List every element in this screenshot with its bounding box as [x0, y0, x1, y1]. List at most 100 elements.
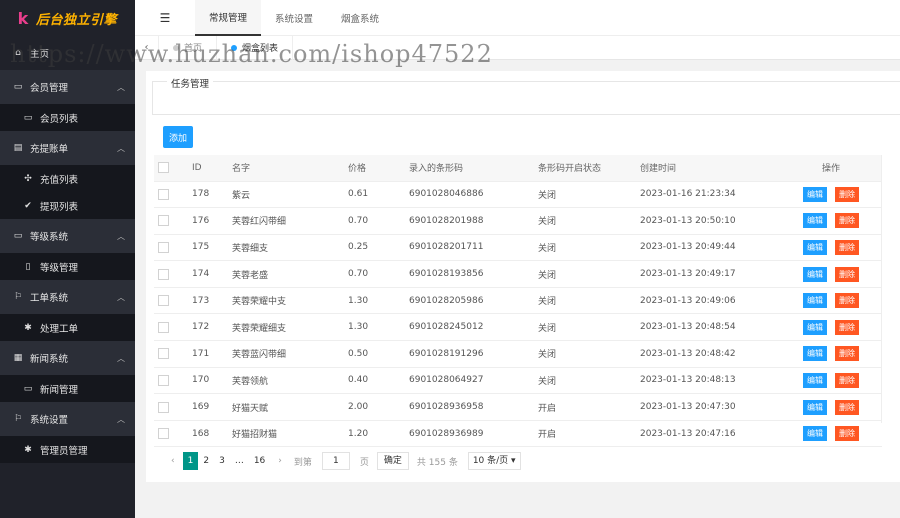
- edit-button[interactable]: 编辑: [803, 346, 827, 362]
- tab-routine-management[interactable]: 常规管理: [195, 0, 262, 36]
- sidebar-subitem[interactable]: ▭ 会员列表: [0, 104, 135, 131]
- delete-button[interactable]: 删除: [835, 346, 859, 362]
- group-icon: ▭: [13, 231, 23, 241]
- pager-prev-button[interactable]: ‹: [163, 456, 183, 466]
- edit-button[interactable]: 编辑: [803, 213, 827, 229]
- pager-page-current[interactable]: 1: [182, 452, 199, 470]
- sidebar-subitem-label: 提现列表: [40, 201, 79, 213]
- delete-button[interactable]: 删除: [835, 186, 859, 202]
- tab-cigarette-system[interactable]: 烟盒系统: [327, 0, 393, 36]
- table-row: 175 芙蓉细支 0.25 6901028201711 关闭 2023-01-13 20:…: [154, 234, 882, 262]
- edit-button[interactable]: 编辑: [803, 239, 827, 255]
- sidebar-subitem-label: 处理工单: [40, 323, 79, 335]
- row-checkbox[interactable]: [158, 188, 169, 200]
- pager-goto-input[interactable]: 1: [321, 452, 350, 470]
- cell-barcode: 6901028046886: [405, 181, 534, 209]
- sidebar-item-home[interactable]: ⌂ 主页: [0, 36, 135, 70]
- delete-button[interactable]: 删除: [835, 293, 859, 309]
- pager-page-last[interactable]: 16: [249, 452, 270, 470]
- cell-id: 170: [188, 367, 228, 395]
- subitem-icon: ✱: [24, 444, 32, 455]
- row-select-cell: [154, 393, 188, 421]
- task-fieldset: 任务管理: [152, 76, 900, 115]
- cell-name: 芙蓉蓝闪带细: [228, 340, 344, 368]
- delete-button[interactable]: 删除: [835, 266, 859, 282]
- edit-button[interactable]: 编辑: [803, 266, 827, 282]
- chevron-up-icon: ︿: [117, 354, 125, 363]
- pager-next-button[interactable]: ›: [270, 456, 290, 466]
- sidebar-group-news-system[interactable]: ▦ 新闻系统 ︿: [0, 341, 135, 375]
- cell-id: 172: [188, 313, 228, 342]
- delete-button[interactable]: 删除: [835, 239, 859, 255]
- sidebar: k 后台独立引擎 ⌂ 主页 ▭ 会员管理 ︿ ▭ 会员列表 ▤ 充提账单 ︿ ✣ 充值列表 ✔ 提现列…: [0, 0, 135, 518]
- table-body: 178 紫云 0.61 6901028046886 关闭 2023-01-16 21:23…: [154, 181, 882, 448]
- edit-button[interactable]: 编辑: [803, 319, 827, 335]
- row-checkbox[interactable]: [158, 348, 169, 360]
- pager-page[interactable]: 3: [214, 452, 230, 470]
- cell-price: 1.30: [344, 313, 405, 342]
- cell-id: 178: [188, 181, 228, 209]
- delete-button[interactable]: 删除: [835, 426, 859, 442]
- sidebar-subitem[interactable]: ▯ 等级管理: [0, 253, 135, 280]
- delete-button[interactable]: 删除: [835, 399, 859, 415]
- delete-button[interactable]: 删除: [835, 372, 859, 388]
- app-logo[interactable]: k 后台独立引擎: [0, 0, 135, 36]
- row-checkbox[interactable]: [158, 215, 169, 227]
- sidebar-subitem[interactable]: ✱ 管理员管理: [0, 436, 135, 463]
- add-button[interactable]: 添加: [163, 126, 193, 148]
- row-checkbox[interactable]: [158, 374, 169, 386]
- pager-total: 共 155 条: [416, 457, 458, 468]
- cell-id: 173: [188, 287, 228, 315]
- edit-button[interactable]: 编辑: [803, 293, 827, 309]
- cell-actions: 编辑 删除: [776, 340, 882, 368]
- group-icon: ▤: [13, 143, 23, 153]
- cell-barcode: 6901028936989: [405, 420, 534, 448]
- sidebar-group-level-system[interactable]: ▭ 等级系统 ︿: [0, 219, 135, 253]
- cell-barcode-status: 关闭: [534, 313, 636, 342]
- sidebar-subitem[interactable]: ✔ 提现列表: [0, 192, 135, 219]
- page-tab-home[interactable]: 首页: [159, 35, 218, 60]
- fieldset-legend: 任务管理: [167, 76, 214, 90]
- edit-button[interactable]: 编辑: [803, 372, 827, 388]
- row-checkbox[interactable]: [158, 295, 169, 307]
- row-checkbox[interactable]: [158, 241, 169, 253]
- page-tab-active[interactable]: 烟盒列表: [217, 35, 294, 60]
- pager-page[interactable]: 2: [198, 452, 214, 470]
- col-header-barcode: 录入的条形码: [405, 155, 534, 182]
- delete-button[interactable]: 删除: [835, 213, 859, 229]
- cell-name: 好猫招财猫: [228, 420, 344, 448]
- tabs-prev-button[interactable]: ‹: [135, 35, 159, 60]
- select-all-checkbox[interactable]: [158, 162, 169, 174]
- menu-toggle-icon[interactable]: ☰: [135, 11, 195, 25]
- pager-page-size-select[interactable]: 10 条/页 ▾: [467, 452, 521, 470]
- sidebar-group-system-settings[interactable]: ⚐ 系统设置 ︿: [0, 402, 135, 436]
- row-select-cell: [154, 313, 188, 342]
- main-panel: 任务管理 添加 ID 名字 价格 录入的条形码 条形码开启状态 创建时间 操作: [146, 71, 900, 482]
- sidebar-subitem[interactable]: ✣ 充值列表: [0, 165, 135, 192]
- row-select-cell: [154, 367, 188, 395]
- sidebar-group-ticket-system[interactable]: ⚐ 工单系统 ︿: [0, 280, 135, 314]
- row-checkbox[interactable]: [158, 321, 169, 333]
- sidebar-subitem[interactable]: ✱ 处理工单: [0, 314, 135, 341]
- delete-button[interactable]: 删除: [835, 319, 859, 335]
- cell-barcode: 6901028245012: [405, 313, 534, 342]
- edit-button[interactable]: 编辑: [803, 186, 827, 202]
- sidebar-group-recharge-bills[interactable]: ▤ 充提账单 ︿: [0, 131, 135, 165]
- cell-barcode-status: 关闭: [534, 181, 636, 209]
- pager-confirm-button[interactable]: 确定: [376, 452, 409, 470]
- cell-barcode-status: 关闭: [534, 340, 636, 368]
- cell-actions: 编辑 删除: [776, 234, 882, 262]
- sidebar-group-members[interactable]: ▭ 会员管理 ︿: [0, 70, 135, 104]
- group-icon: ▦: [13, 353, 23, 363]
- cell-price: 1.30: [344, 287, 405, 315]
- pager-page-unit: 页: [359, 457, 369, 468]
- row-checkbox[interactable]: [158, 401, 169, 413]
- edit-button[interactable]: 编辑: [803, 426, 827, 442]
- tab-system-settings[interactable]: 系统设置: [261, 0, 327, 36]
- row-checkbox[interactable]: [158, 268, 169, 280]
- edit-button[interactable]: 编辑: [803, 399, 827, 415]
- col-header-id[interactable]: ID: [188, 155, 228, 182]
- row-select-cell: [154, 260, 188, 288]
- sidebar-subitem[interactable]: ▭ 新闻管理: [0, 375, 135, 402]
- row-checkbox[interactable]: [158, 428, 169, 440]
